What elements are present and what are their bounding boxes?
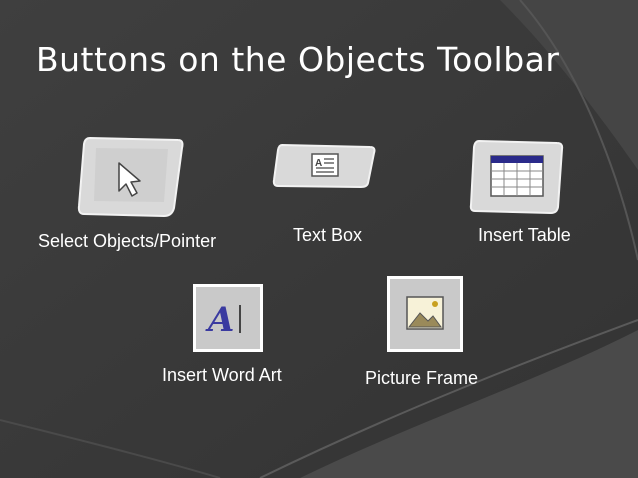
select-objects-label: Select Objects/Pointer — [38, 231, 217, 251]
picture-frame-label: Picture Frame — [365, 368, 479, 388]
insert-word-art-button[interactable]: A — [193, 284, 263, 352]
text-box-icon: A — [311, 153, 339, 177]
insert-table-button[interactable] — [469, 139, 565, 215]
insert-table-label: Insert Table — [478, 225, 571, 245]
text-box-button[interactable]: A — [272, 143, 376, 189]
word-art-icon: A — [205, 300, 241, 340]
page-title: Buttons on the Objects Toolbar — [36, 40, 560, 79]
text-box-label: Text Box — [293, 225, 363, 245]
select-objects-button[interactable] — [76, 134, 186, 220]
insert-word-art-label: Insert Word Art — [162, 365, 282, 385]
slide: Buttons on the Objects Toolbar A Select … — [0, 0, 638, 478]
picture-frame-button[interactable] — [387, 276, 463, 352]
table-icon — [490, 155, 544, 197]
svg-text:A: A — [205, 300, 234, 340]
picture-icon — [406, 296, 444, 330]
